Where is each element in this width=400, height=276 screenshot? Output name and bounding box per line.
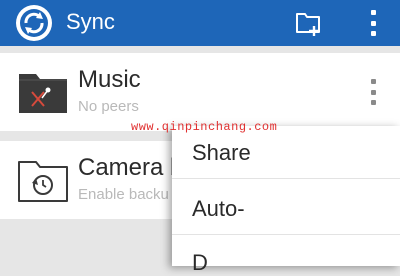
dot-icon [370,20,376,26]
dot-icon [370,100,376,105]
folder-subtitle: No peers [78,98,139,115]
more-vertical-icon[interactable] [361,7,385,39]
menu-item-auto[interactable]: Auto- [192,196,245,222]
music-folder-icon [19,74,67,113]
dot-icon [370,79,376,84]
menu-item-share[interactable]: Share [192,140,251,166]
folder-add-icon[interactable] [294,9,322,37]
folder-subtitle: Enable backu [78,186,169,203]
dot-icon [370,89,376,95]
menu-item-partial[interactable]: D [192,250,208,276]
app-title: Sync [66,9,115,34]
popup-menu: Share Auto- D [172,126,400,275]
app-bar: Sync [0,0,400,46]
folder-title: Camera b [78,154,184,181]
menu-divider [172,178,400,179]
dot-icon [370,10,376,15]
camera-backup-folder-icon [18,161,68,202]
watermark-text: www.qinpinchang.com [131,120,278,134]
folder-more-icon[interactable] [369,79,377,105]
folder-title: Music [78,66,141,93]
dot-icon [370,31,376,36]
sync-logo-icon[interactable] [15,4,53,42]
menu-divider [172,234,400,235]
